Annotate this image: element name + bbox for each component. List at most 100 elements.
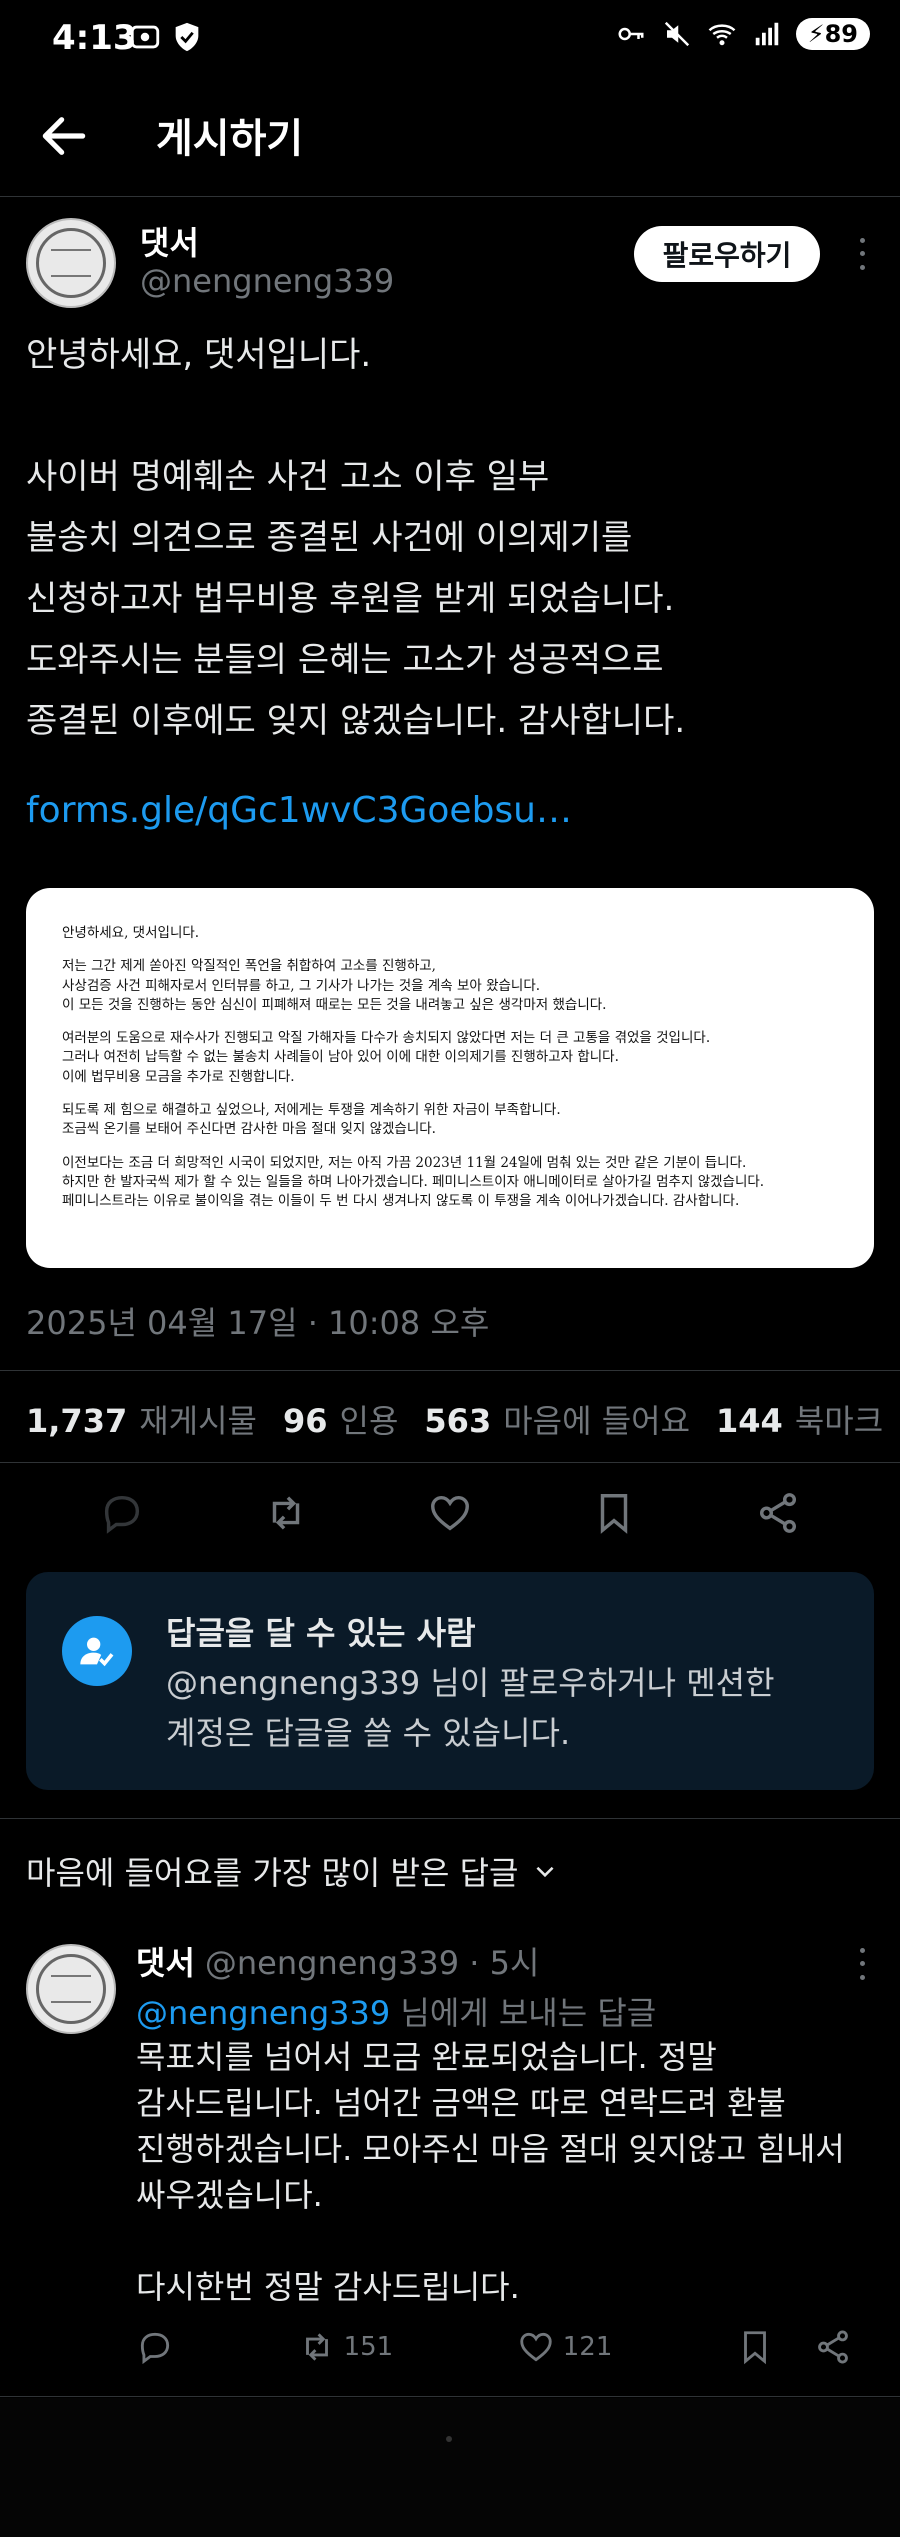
- author-handle[interactable]: @nengneng339: [140, 262, 394, 300]
- heart-icon[interactable]: [427, 1490, 473, 1536]
- reposts-label: 재게시물: [139, 1402, 257, 1440]
- header-divider: [0, 196, 900, 197]
- battery-level: 89: [824, 20, 858, 48]
- follow-button[interactable]: 팔로우하기: [634, 226, 820, 282]
- image-line: 안녕하세요, 댓서입니다.: [62, 925, 200, 941]
- signal-icon: [755, 22, 778, 46]
- post-body: 안녕하세요, 댓서입니다. 사이버 명예훼손 사건 고소 이후 일부 불송치 의…: [26, 325, 876, 752]
- bookmark-icon[interactable]: [736, 2328, 774, 2366]
- image-line: 이전보다는 조금 더 희망적인 시국이 되었지만, 저는 아직 가끔 2023년…: [62, 1154, 747, 1171]
- post-line: [26, 386, 876, 447]
- reply-handle-time: @nengneng339 · 5시: [204, 1944, 540, 1982]
- shield-icon: [175, 22, 199, 52]
- bottom-area: [0, 2398, 900, 2537]
- reply-sort-label: 마음에 들어요를 가장 많이 받은 답글: [26, 1854, 519, 1892]
- post-line: 도와주시는 분들의 은혜는 고소가 성공적으로: [26, 640, 664, 680]
- avatar[interactable]: [26, 218, 116, 308]
- reply-to-suffix: 님에게 보내는 답글: [390, 1994, 657, 2032]
- gesture-indicator: [446, 2436, 452, 2442]
- reply-reply-button[interactable]: [136, 2328, 174, 2366]
- status-time: 4:13: [52, 18, 137, 58]
- bookmarks-stat[interactable]: 144 북마크: [716, 1396, 883, 1442]
- share-icon[interactable]: [814, 2328, 852, 2366]
- reply-restriction-title: 답글을 달 수 있는 사람: [166, 1614, 476, 1652]
- image-paragraph: 저는 그간 제게 쏟아진 악질적인 폭언을 취합하여 고소를 진행하고, 사상검…: [62, 957, 844, 1015]
- quotes-stat[interactable]: 96 인용: [283, 1396, 398, 1442]
- image-line: 여러분의 도움으로 재수사가 진행되고 악질 가해자들 다수가 송치되지 않았다…: [62, 1030, 711, 1047]
- image-line: 조금씩 온기를 보태어 주신다면 감사한 마음 절대 잊지 않겠습니다.: [62, 1121, 436, 1138]
- reply-mention-link[interactable]: @nengneng339: [136, 1994, 390, 2032]
- image-line: 저는 그간 제게 쏟아진 악질적인 폭언을 취합하여 고소를 진행하고,: [62, 958, 436, 975]
- stats-divider-bottom: [0, 1462, 900, 1463]
- reply-line: 다시한번 정말 감사드립니다.: [136, 2268, 520, 2306]
- stats-divider-top: [0, 1370, 900, 1371]
- bookmark-icon[interactable]: [591, 1490, 637, 1536]
- reply-line: 감사드립니다. 넘어간 금액은 따로 연락드려 환불: [136, 2084, 786, 2122]
- likes-count: 563: [424, 1402, 492, 1440]
- reply-restriction-body: @nengneng339 님이 팔로우하거나 멘션한 계정은 답글을 쓸 수 있…: [166, 1658, 846, 1758]
- back-arrow-icon[interactable]: [36, 108, 92, 164]
- key-icon: [618, 27, 644, 41]
- image-paragraph: 안녕하세요, 댓서입니다.: [62, 924, 844, 943]
- post-line: 불송치 의견으로 종결된 사건에 이의제기를: [26, 518, 633, 558]
- mute-icon: [664, 21, 689, 47]
- status-system-icons: ⚡89: [614, 18, 870, 50]
- image-line: 사상검증 사건 피해자로서 인터뷰를 하고, 그 기사가 나가는 것을 계속 보…: [62, 977, 541, 994]
- reply-line: 싸우겠습니다.: [136, 2176, 323, 2214]
- likes-stat[interactable]: 563 마음에 들어요: [424, 1396, 690, 1442]
- reply-body: 목표치를 넘어서 모금 완료되었습니다. 정말 감사드립니다. 넘어간 금액은 …: [136, 2034, 856, 2310]
- post-image[interactable]: 안녕하세요, 댓서입니다. 저는 그간 제게 쏟아진 악질적인 폭언을 취합하여…: [26, 888, 874, 1268]
- reply-avatar[interactable]: [26, 1944, 116, 2034]
- reply-line: [136, 2218, 856, 2264]
- reply-line: 목표치를 넘어서 모금 완료되었습니다. 정말: [136, 2038, 717, 2076]
- avatar-seal-icon: [36, 228, 106, 298]
- repost-icon[interactable]: [263, 1490, 309, 1536]
- image-line: 되도록 제 힘으로 해결하고 싶었으나, 저에게는 투쟁을 계속하기 위한 자금…: [62, 1102, 561, 1119]
- post-line: 종결된 이후에도 잊지 않겠습니다. 감사합니다.: [26, 701, 686, 741]
- reposts-stat[interactable]: 1,737 재게시물: [26, 1396, 257, 1442]
- image-line: 하지만 한 발자국씩 제가 할 수 있는 일들을 하며 나아가겠습니다. 페미니…: [62, 1173, 765, 1190]
- post-link[interactable]: forms.gle/qGc1wvC3Goebsu…: [26, 790, 572, 831]
- reply-line: 진행하겠습니다. 모아주신 마음 절대 잊지않고 힘내서: [136, 2130, 845, 2168]
- quotes-count: 96: [282, 1402, 328, 1440]
- post-line: 안녕하세요, 댓서입니다.: [26, 335, 372, 375]
- image-line: 이 모든 것을 진행하는 동안 심신이 피폐해져 때로는 모든 것을 내려놓고 …: [62, 996, 607, 1013]
- section-divider: [0, 1818, 900, 1819]
- author-name[interactable]: 댓서: [140, 218, 199, 264]
- image-paragraph: 이전보다는 조금 더 희망적인 시국이 되었지만, 저는 아직 가끔 2023년…: [62, 1154, 844, 1212]
- reply-restriction-line: 계정은 답글을 쓸 수 있습니다.: [166, 1714, 571, 1752]
- reply-repost-button[interactable]: 151: [298, 2328, 393, 2366]
- post-stats: 1,737 재게시물 96 인용 563 마음에 들어요 144 북마크: [26, 1396, 883, 1442]
- heart-icon: [520, 2332, 552, 2362]
- person-check-icon: [62, 1616, 132, 1686]
- wifi-icon: [708, 24, 736, 46]
- reply-restriction-line: @nengneng339 님이 팔로우하거나 멘션한: [166, 1664, 775, 1702]
- reply-sort-dropdown[interactable]: 마음에 들어요를 가장 많이 받은 답글: [26, 1848, 558, 1894]
- bookmarks-count: 144: [716, 1402, 783, 1440]
- reply-more-options-icon[interactable]: [852, 1944, 872, 1984]
- battery-indicator: ⚡89: [795, 18, 870, 50]
- reply-action-bar: 151 121: [136, 2328, 852, 2366]
- avatar-seal-icon: [36, 1954, 106, 2024]
- reply-header: 댓서 @nengneng339 · 5시: [136, 1938, 539, 1984]
- post-line: 신청하고자 법무비용 후원을 받게 되었습니다.: [26, 579, 675, 619]
- repost-icon: [305, 2333, 328, 2361]
- post-timestamp[interactable]: 2025년 04월 17일 · 10:08 오후: [26, 1298, 489, 1344]
- chevron-down-icon: [536, 1866, 554, 1878]
- post-line: 사이버 명예훼손 사건 고소 이후 일부: [26, 457, 550, 497]
- reply-divider: [0, 2396, 900, 2397]
- image-line: 페미니스트라는 이유로 불이익을 겪는 이들이 두 번 다시 생겨나지 않도록 …: [62, 1193, 740, 1210]
- reply-author-name[interactable]: 댓서: [136, 1938, 195, 1984]
- post-action-bar: [0, 1490, 900, 1536]
- reply-to-line: @nengneng339 님에게 보내는 답글: [136, 1988, 656, 2034]
- share-icon[interactable]: [755, 1490, 801, 1536]
- more-options-icon[interactable]: [852, 234, 872, 274]
- reply-like-count: 121: [562, 2332, 613, 2362]
- image-paragraph: 되도록 제 힘으로 해결하고 싶었으나, 저에게는 투쟁을 계속하기 위한 자금…: [62, 1101, 844, 1140]
- reply-like-button[interactable]: 121: [517, 2328, 613, 2366]
- image-line: 그러나 여전히 납득할 수 없는 불송치 사례들이 남아 있어 이에 대한 이의…: [62, 1049, 619, 1066]
- quotes-label: 인용: [339, 1402, 399, 1440]
- reply-icon: [140, 2332, 170, 2365]
- reply-icon[interactable]: [99, 1490, 145, 1536]
- image-paragraph: 여러분의 도움으로 재수사가 진행되고 악질 가해자들 다수가 송치되지 않았다…: [62, 1029, 844, 1087]
